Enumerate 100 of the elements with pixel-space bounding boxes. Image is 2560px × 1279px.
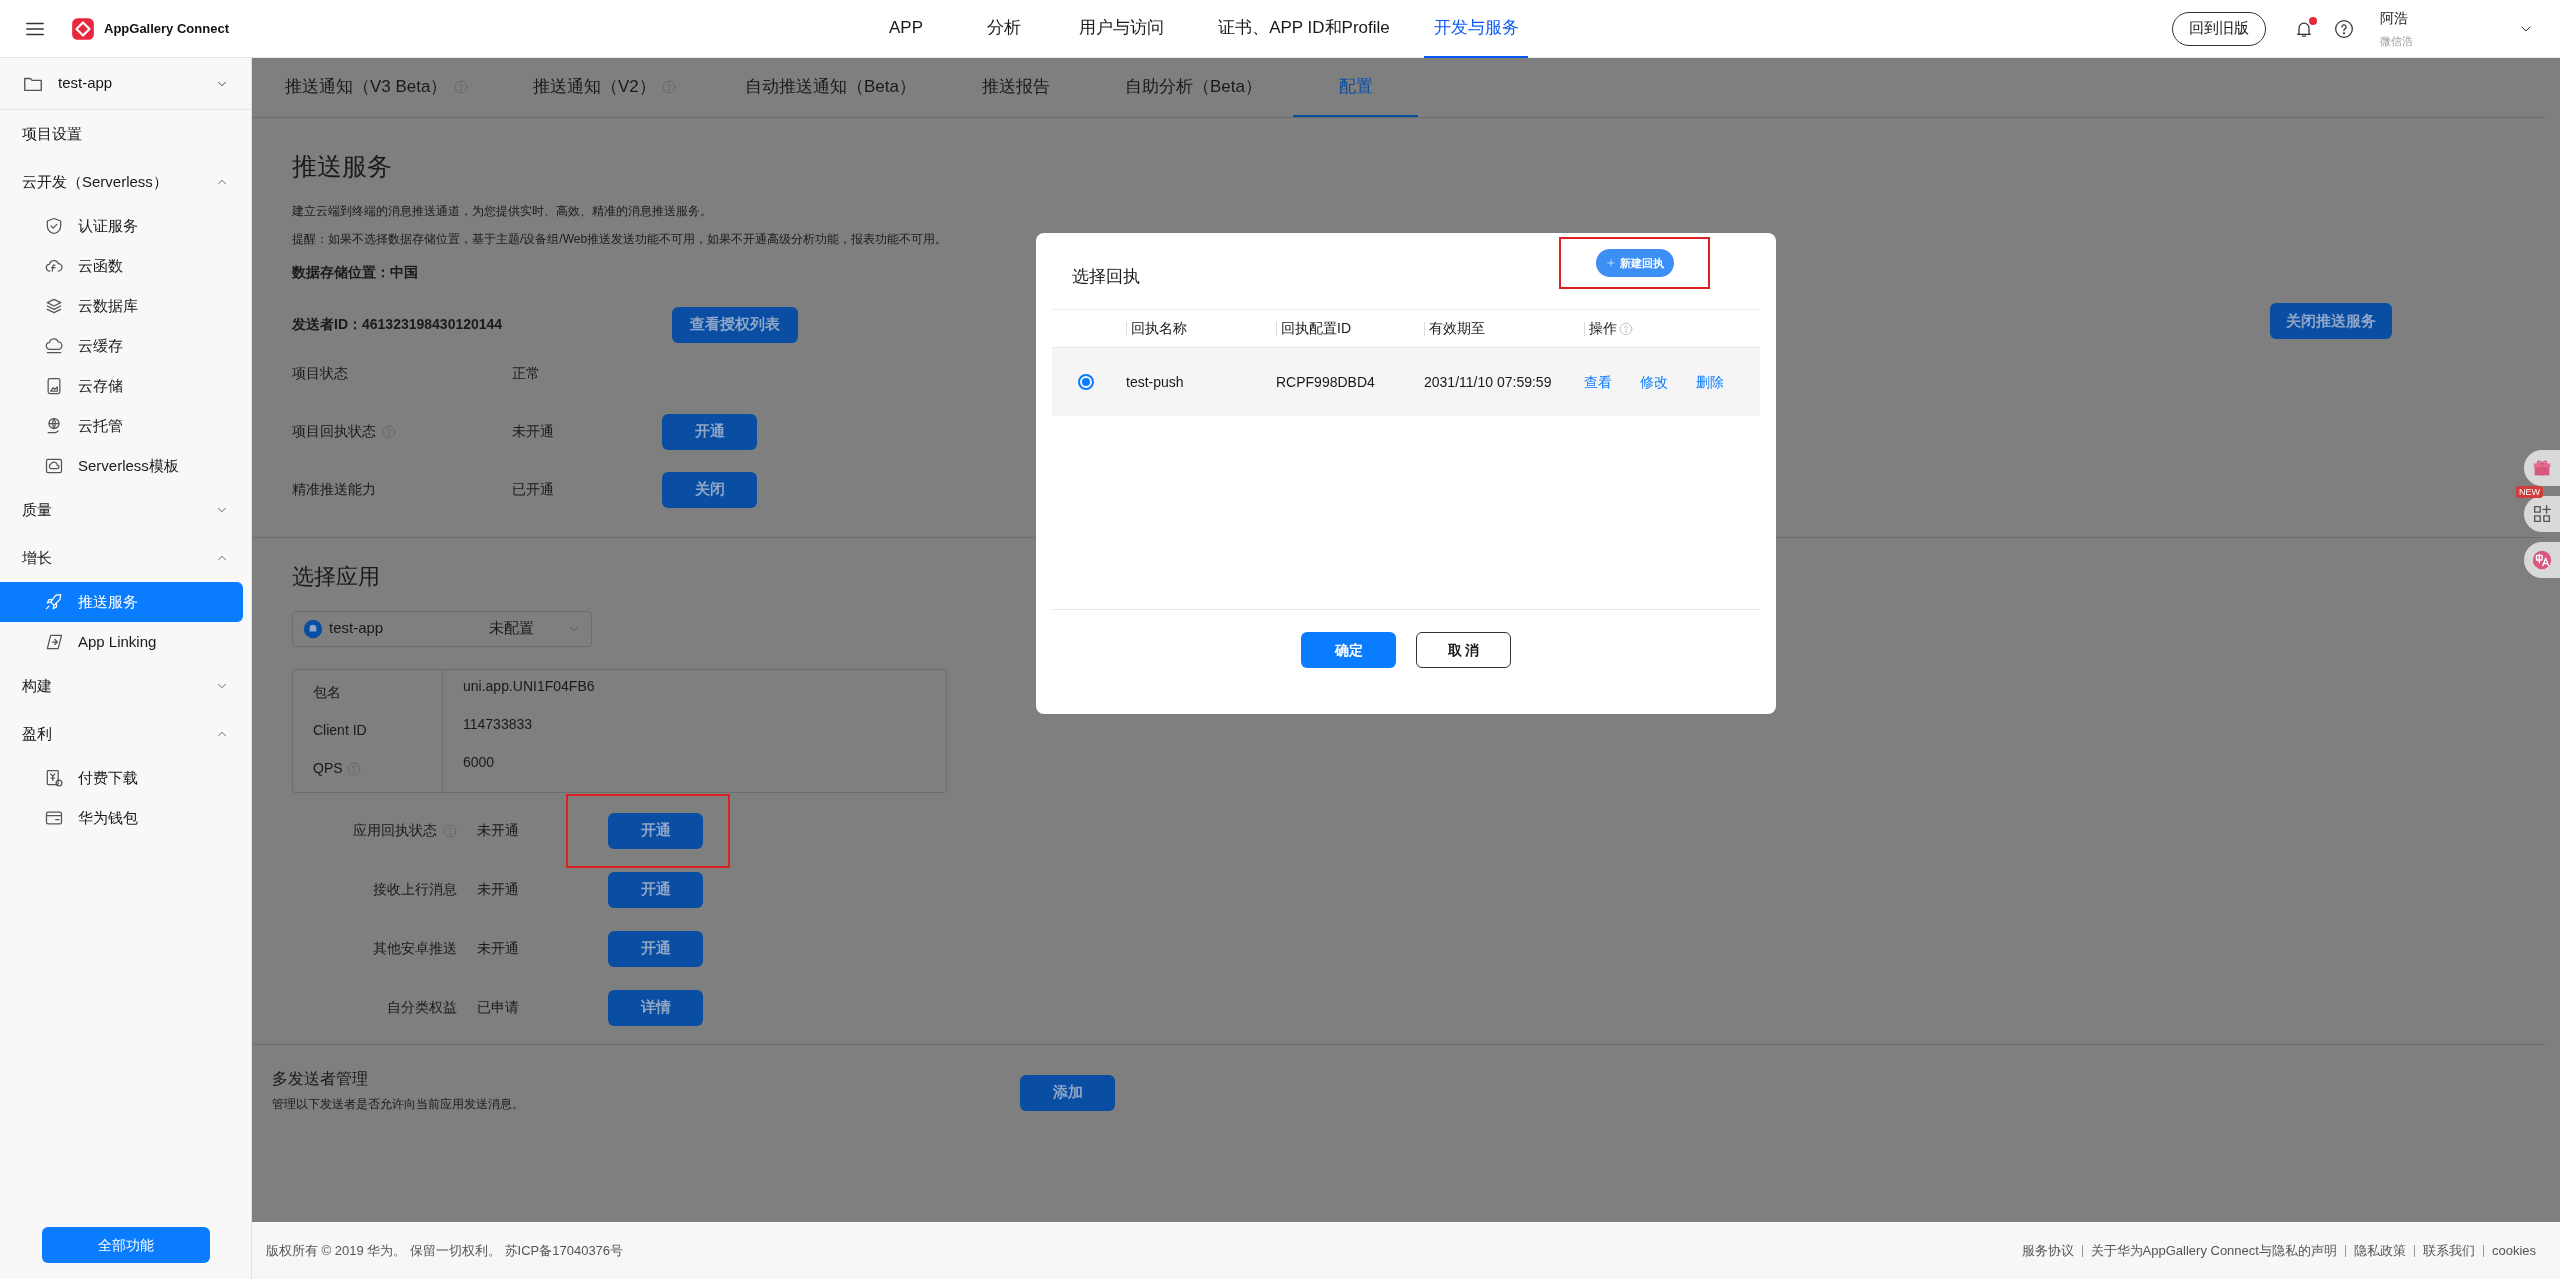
- column-header: 操作: [1589, 319, 1617, 338]
- row-label: 其他安卓推送: [373, 939, 457, 958]
- nav-tab[interactable]: APP: [862, 0, 950, 58]
- sidebar-item[interactable]: 云存储: [0, 366, 243, 406]
- rocket-icon: [44, 592, 64, 612]
- storage-location: 数据存储位置：中国: [292, 262, 418, 282]
- nav-tab[interactable]: 证书、APP ID和Profile: [1184, 0, 1424, 58]
- description-text: 建立云端到终端的消息推送通道，为您提供实时、高效、精准的消息推送服务。: [292, 202, 713, 220]
- row-label: 自分类权益: [387, 998, 457, 1017]
- sidebar-item[interactable]: 云函数: [0, 246, 243, 286]
- column-header: 有效期至: [1429, 319, 1485, 338]
- sender-id: 发送者ID：461323198430120144: [292, 315, 504, 334]
- project-selector[interactable]: test-app: [0, 58, 251, 110]
- cloud-cache-icon: [44, 336, 64, 356]
- column-header: 回执配置ID: [1281, 319, 1351, 338]
- info-label: 包名: [313, 683, 341, 702]
- sidebar-item[interactable]: 付费下载: [0, 758, 243, 798]
- cancel-button[interactable]: 取 消: [1416, 632, 1511, 668]
- plus-icon: [1605, 258, 1616, 268]
- all-features-button[interactable]: 全部功能: [41, 1227, 210, 1263]
- tab[interactable]: 推送报告: [982, 58, 1125, 117]
- status-value: 未开通: [477, 821, 520, 840]
- footer-link[interactable]: 关于华为AppGallery Connect与隐私的声明: [2090, 1240, 2337, 1261]
- info-value: uni.app.UNI1F04FB6: [463, 676, 595, 696]
- sidebar-group[interactable]: 质量: [0, 486, 251, 534]
- status-value: 未开通: [512, 422, 555, 441]
- status-value: 已开通: [512, 480, 555, 499]
- description-text: 管理以下发送者是否允许向当前应用发送消息。: [272, 1095, 525, 1113]
- action-link[interactable]: 查看: [1584, 371, 1612, 393]
- status-value: 已申请: [477, 998, 520, 1017]
- user-subtitle: 微信浩: [2380, 33, 2414, 49]
- paid-download-icon: [44, 768, 64, 788]
- project-name: test-app: [58, 73, 114, 94]
- sidebar-group[interactable]: 构建: [0, 662, 251, 710]
- nav-tab[interactable]: 用户与访问: [1058, 0, 1184, 58]
- info-label: Client ID: [313, 721, 367, 740]
- sidebar-item[interactable]: App Linking: [0, 622, 243, 662]
- sidebar-item[interactable]: 云数据库: [0, 286, 243, 326]
- sidebar-item[interactable]: 云托管: [0, 406, 243, 446]
- tab[interactable]: 自动推送通知（Beta）: [745, 58, 982, 117]
- notification-button[interactable]: [2294, 18, 2314, 39]
- action-link[interactable]: 删除: [1696, 371, 1724, 393]
- row-label: 接收上行消息: [373, 880, 457, 899]
- android-icon: [303, 618, 323, 639]
- status-value: 未开通: [477, 939, 520, 958]
- table-cell-text: test-push: [1126, 372, 1185, 392]
- footer-link[interactable]: 隐私政策: [2353, 1240, 2406, 1261]
- new-badge: NEW: [2516, 486, 2543, 498]
- old-version-button[interactable]: 回到旧版: [2172, 11, 2266, 46]
- floating-tool-button[interactable]: [2524, 450, 2560, 486]
- section-title: 推送服务: [292, 151, 393, 182]
- tab[interactable]: 推送通知（V3 Beta）: [285, 58, 533, 117]
- user-name: 阿浩: [2380, 8, 2409, 28]
- row-label: 应用回执状态: [353, 821, 437, 840]
- action-link[interactable]: 修改: [1640, 371, 1668, 393]
- brand-name: AppGallery Connect: [104, 19, 229, 38]
- database-icon: [44, 296, 64, 316]
- footer-link[interactable]: 联系我们: [2422, 1240, 2475, 1261]
- floating-tool-button[interactable]: [2524, 542, 2560, 578]
- app-name: test-app: [329, 618, 385, 639]
- dialog-title: 选择回执: [1072, 266, 1140, 289]
- apps-icon: [2531, 503, 2553, 525]
- sidebar-link[interactable]: 项目设置: [0, 110, 251, 158]
- status-value: 正常: [512, 364, 541, 383]
- tab[interactable]: 推送通知（V2）: [533, 58, 745, 117]
- sidebar-item[interactable]: 华为钱包: [0, 798, 243, 838]
- translate-icon: [2531, 549, 2553, 571]
- help-icon: [2334, 18, 2354, 39]
- nav-tab[interactable]: 分析: [950, 0, 1058, 58]
- app-dropdown[interactable]: test-app 未配置: [292, 610, 592, 647]
- info-value: 6000: [463, 752, 495, 772]
- sidebar-item[interactable]: Serverless模板: [0, 446, 243, 486]
- logo-icon: [70, 15, 96, 42]
- info-value: 114733833: [463, 714, 533, 734]
- sidebar-item[interactable]: 云缓存: [0, 326, 243, 366]
- row-label: 项目回执状态: [292, 422, 376, 441]
- config-status: 未配置: [489, 618, 535, 639]
- copyright-text: 版权所有 © 2019 华为。 保留一切权利。 苏ICP备17040376号: [266, 1241, 624, 1260]
- template-icon: [44, 456, 64, 476]
- footer-link[interactable]: cookies: [2491, 1240, 2536, 1261]
- column-header: 回执名称: [1131, 319, 1187, 338]
- status-value: 未开通: [477, 880, 520, 899]
- sidebar-item[interactable]: 认证服务: [0, 206, 243, 246]
- sidebar-group[interactable]: 云开发（Serverless）: [0, 158, 251, 206]
- row-label: 精准推送能力: [292, 480, 376, 499]
- confirm-button[interactable]: 确定: [1301, 632, 1396, 668]
- table-row[interactable]: test-push RCPF998DBD4 2031/11/10 07:59:59 查看 修改 删除: [1052, 348, 1760, 416]
- sidebar-group[interactable]: 盈利: [0, 710, 251, 758]
- section-title: 多发送者管理: [272, 1068, 369, 1089]
- tab[interactable]: 自助分析（Beta）: [1125, 58, 1293, 117]
- sidebar-group[interactable]: 增长: [0, 534, 251, 582]
- sidebar-item[interactable]: 推送服务: [0, 582, 243, 622]
- table-cell-text: RCPF998DBD4: [1276, 372, 1376, 392]
- floating-tool-button[interactable]: [2524, 496, 2560, 532]
- row-label: 项目状态: [292, 364, 348, 383]
- table-cell-text: 2031/11/10 07:59:59: [1424, 372, 1553, 392]
- info-label: QPS: [313, 759, 343, 778]
- footer-link[interactable]: 服务协议: [2021, 1240, 2074, 1261]
- radio-button[interactable]: [1078, 374, 1094, 390]
- notice-text: 提醒：如果不选择数据存储位置，基于主题/设备组/Web推送发送功能不可用，如果不开通高级分析功能，报表功能不可用。: [292, 230, 949, 248]
